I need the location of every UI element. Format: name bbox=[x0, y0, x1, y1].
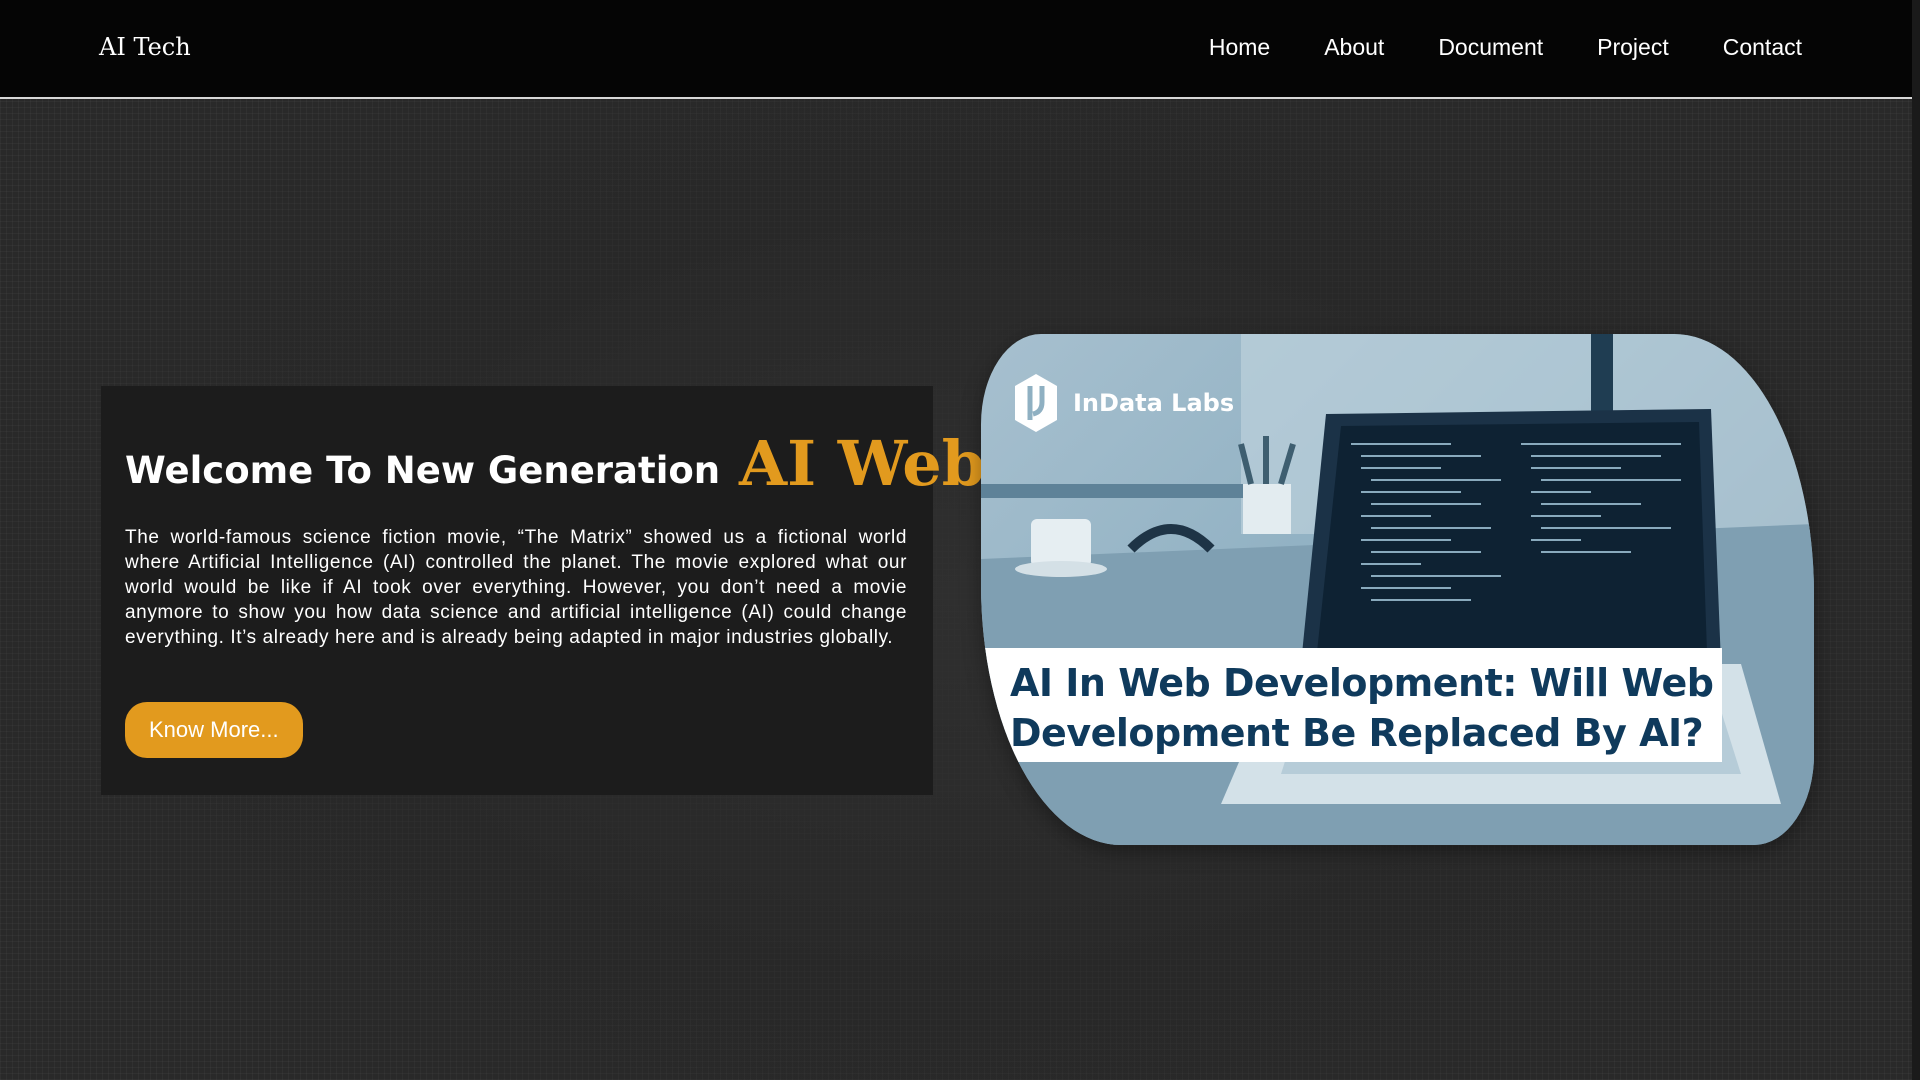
plant-pot bbox=[1243, 484, 1291, 534]
hero-heading: Welcome To New Generation AI Web bbox=[125, 432, 985, 503]
indata-labs-logo-text: InData Labs bbox=[1073, 389, 1235, 417]
nav-link-document[interactable]: Document bbox=[1438, 34, 1543, 61]
shelf bbox=[981, 484, 1281, 498]
hero-paragraph: The world-famous science fiction movie, … bbox=[125, 527, 907, 648]
nav-link-project[interactable]: Project bbox=[1597, 34, 1669, 61]
coffee-cup bbox=[1031, 519, 1091, 567]
hero-heading-text: Welcome To New Generation bbox=[125, 449, 721, 492]
main-nav: Home About Document Project Contact bbox=[1209, 34, 1802, 61]
know-more-button[interactable]: Know More... bbox=[125, 702, 303, 758]
window-frame bbox=[1591, 334, 1613, 414]
nav-link-home[interactable]: Home bbox=[1209, 34, 1270, 61]
nav-link-about[interactable]: About bbox=[1324, 34, 1384, 61]
cup-saucer bbox=[1015, 561, 1107, 577]
hero-heading-accent: AI Web bbox=[739, 427, 986, 500]
nav-link-contact[interactable]: Contact bbox=[1723, 34, 1802, 61]
brand-logo[interactable]: AI Tech bbox=[99, 33, 191, 61]
hero-image: InData Labs AI In Web Development: Will … bbox=[981, 334, 1814, 845]
headphones bbox=[1127, 524, 1215, 553]
image-title-banner: AI In Web Development: Will Web Developm… bbox=[981, 648, 1722, 762]
hero-card: Welcome To New Generation AI Web The wor… bbox=[101, 386, 985, 795]
page-scrollbar[interactable] bbox=[1912, 0, 1920, 1080]
page: AI Tech Home About Document Project Cont… bbox=[0, 0, 1920, 1080]
navbar: AI Tech Home About Document Project Cont… bbox=[0, 0, 1912, 99]
image-title-line-1: AI In Web Development: Will Web bbox=[1010, 661, 1714, 705]
indata-labs-logo-icon bbox=[1015, 374, 1057, 432]
indata-labs-logo: InData Labs bbox=[1013, 372, 1234, 434]
image-title-line-2: Development Be Replaced By AI? bbox=[1010, 711, 1704, 755]
